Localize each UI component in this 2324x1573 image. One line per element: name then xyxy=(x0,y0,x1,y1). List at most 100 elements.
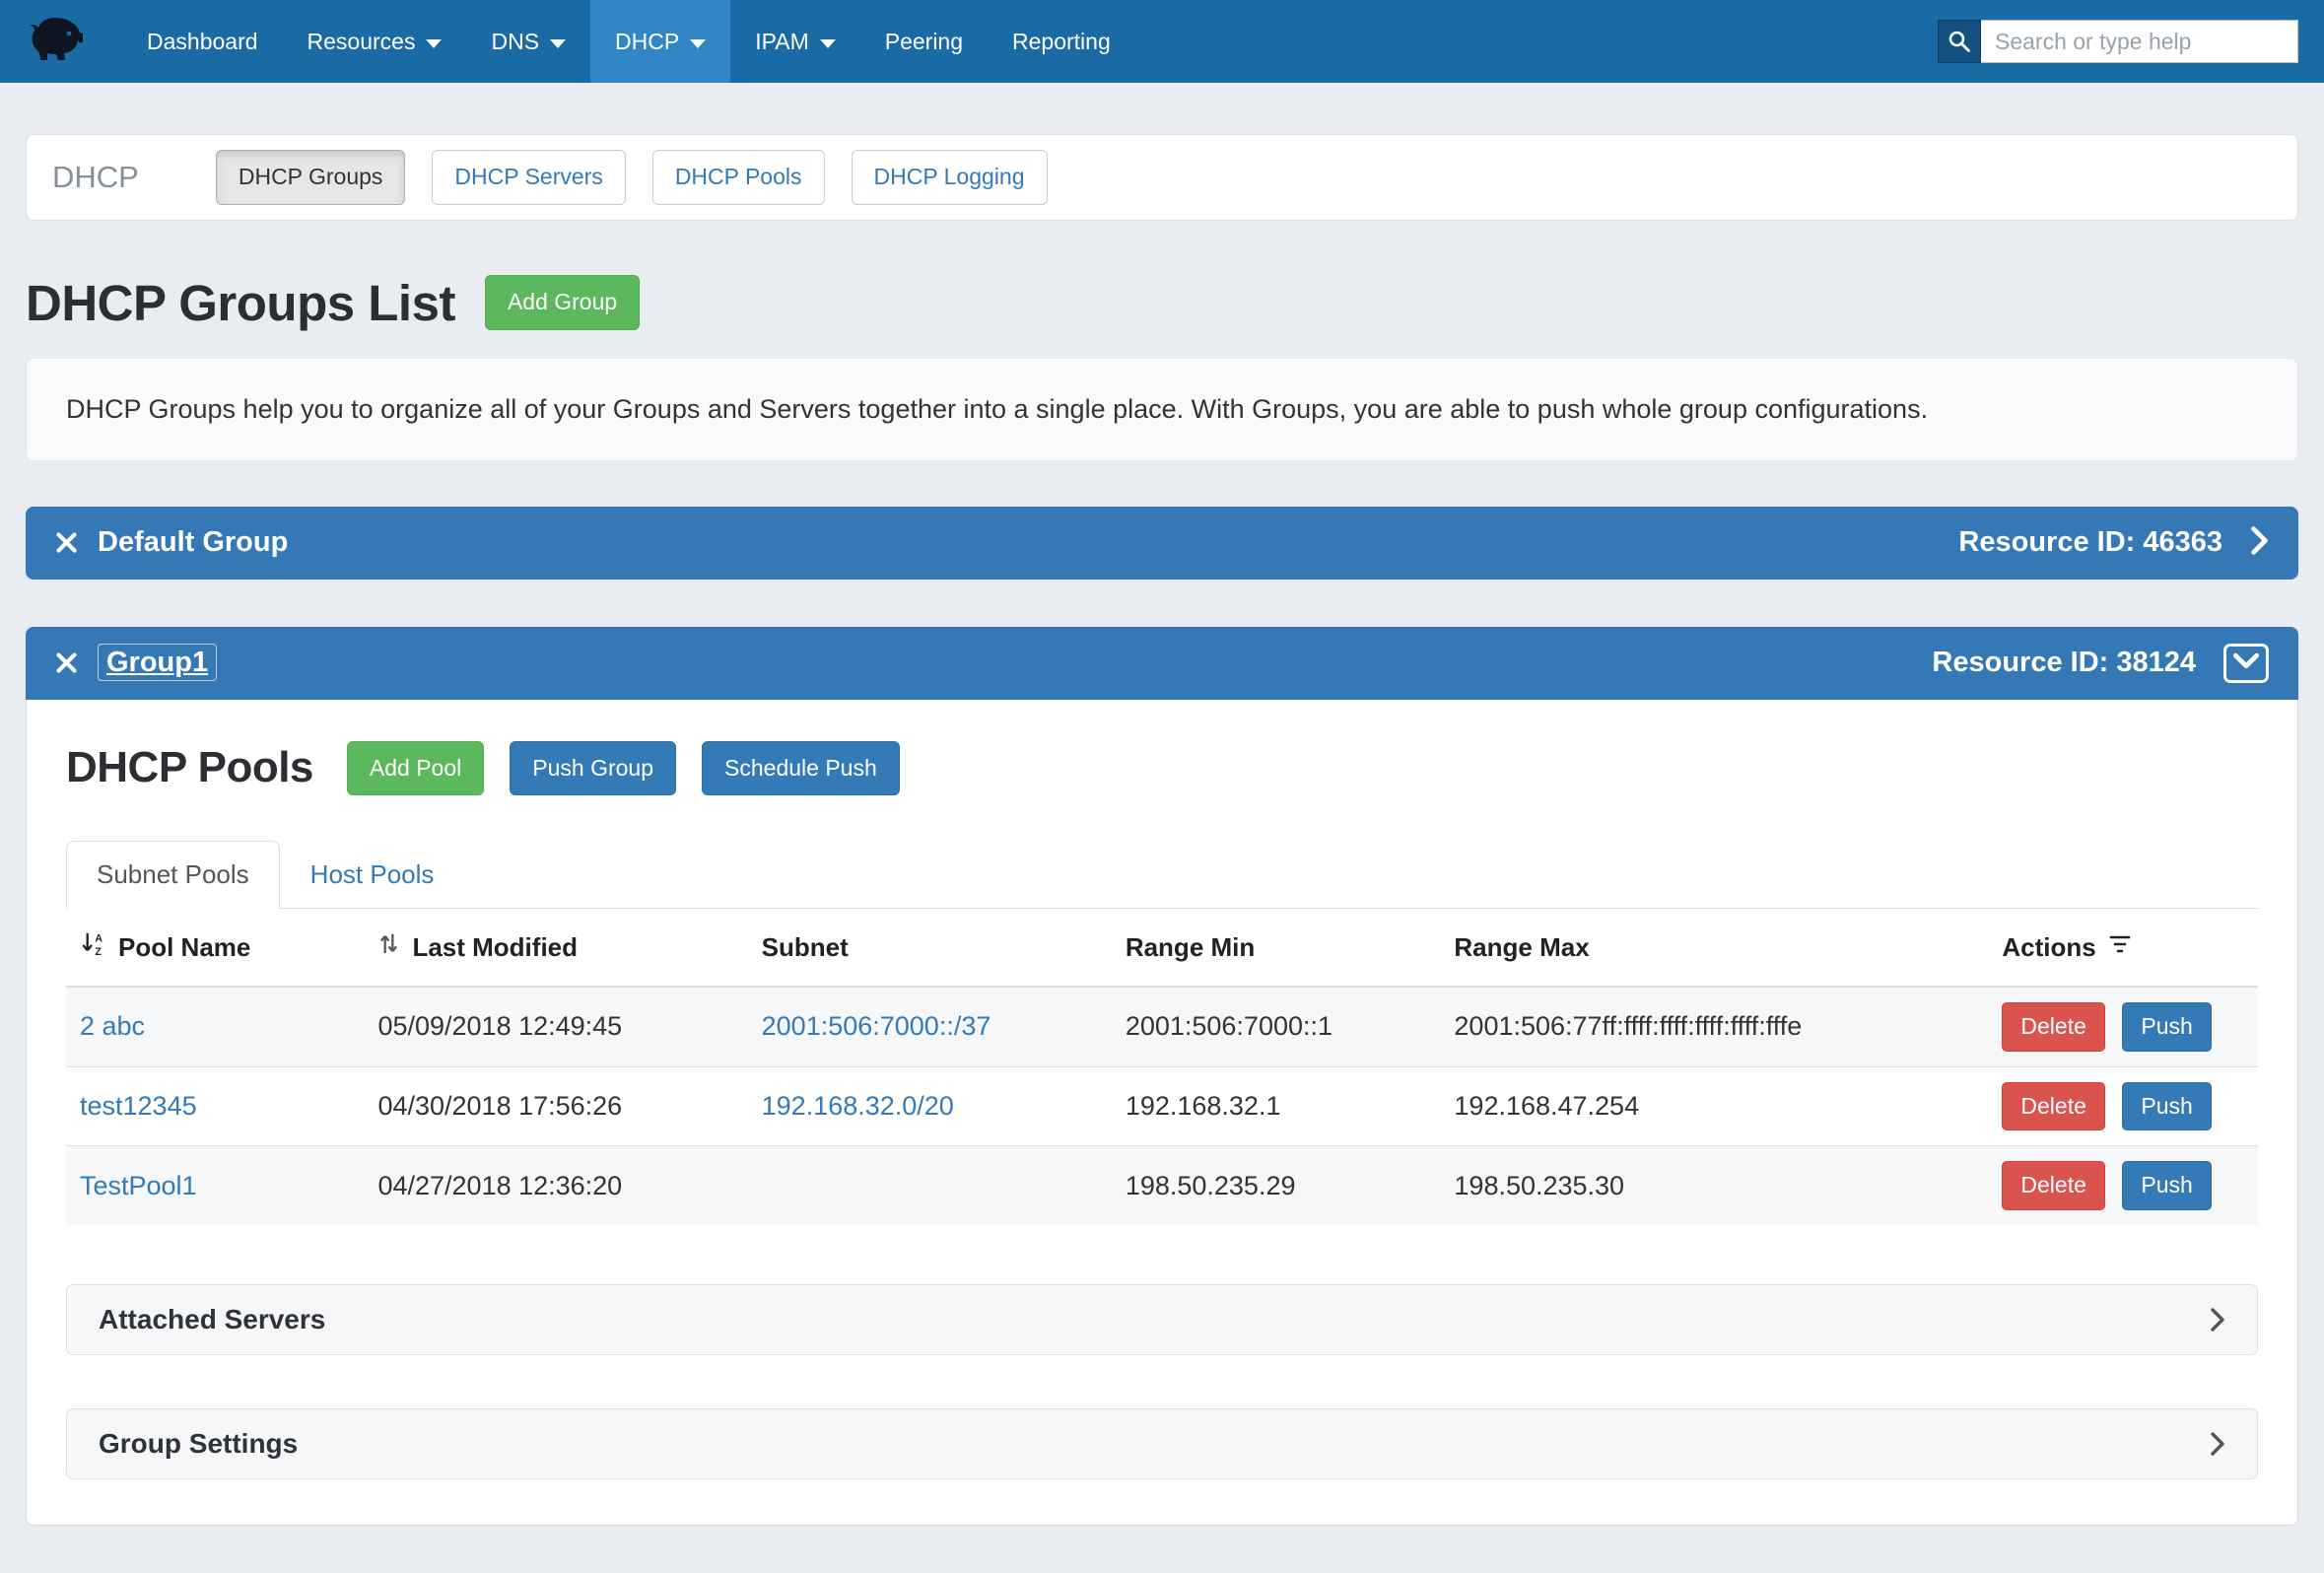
caret-down-icon xyxy=(690,39,706,48)
last-modified-cell: 05/09/2018 12:49:45 xyxy=(364,987,747,1066)
nav-label: IPAM xyxy=(755,29,809,55)
delete-button[interactable]: Delete xyxy=(2002,1161,2104,1210)
dhcp-subnav-card: DHCP DHCP Groups DHCP Servers DHCP Pools… xyxy=(26,134,2298,221)
nav-item-ipam[interactable]: IPAM xyxy=(730,0,860,83)
pools-title: DHCP Pools xyxy=(66,743,313,792)
nav-item-dashboard[interactable]: Dashboard xyxy=(122,0,283,83)
last-modified-cell: 04/30/2018 17:56:26 xyxy=(364,1066,747,1146)
mammoth-logo-icon xyxy=(26,15,83,69)
global-search xyxy=(1938,0,2298,83)
range-max-cell: 198.50.235.30 xyxy=(1440,1146,1988,1225)
page-header: DHCP Groups List Add Group xyxy=(26,274,2298,332)
table-header-row: A Z Pool Name xyxy=(66,909,2258,987)
header-pool-name[interactable]: A Z Pool Name xyxy=(66,909,364,987)
push-button[interactable]: Push xyxy=(2122,1002,2211,1052)
range-max-cell: 192.168.47.254 xyxy=(1440,1066,1988,1146)
svg-text:Z: Z xyxy=(95,946,102,957)
close-icon[interactable] xyxy=(55,651,78,674)
delete-button[interactable]: Delete xyxy=(2002,1082,2104,1131)
group1-panel: DHCP Pools Add Pool Push Group Schedule … xyxy=(26,700,2298,1526)
chevron-down-icon xyxy=(2233,652,2259,674)
group-name-link[interactable]: Group1 xyxy=(98,644,217,681)
header-range-max[interactable]: Range Max xyxy=(1440,909,1988,987)
search-icon[interactable] xyxy=(1938,20,1981,63)
chevron-right-icon[interactable] xyxy=(2250,526,2269,560)
header-label: Actions xyxy=(2002,932,2095,963)
push-group-button[interactable]: Push Group xyxy=(510,741,676,796)
subnet-link[interactable]: 192.168.32.0/20 xyxy=(762,1091,954,1121)
close-icon[interactable] xyxy=(55,531,78,554)
header-label: Last Modified xyxy=(412,932,578,963)
dhcp-groups-button[interactable]: DHCP Groups xyxy=(216,150,406,205)
pools-tabs: Subnet Pools Host Pools xyxy=(66,841,2258,909)
nav-label: Resources xyxy=(308,29,416,55)
header-range-min[interactable]: Range Min xyxy=(1112,909,1441,987)
accordion-title: Group Settings xyxy=(99,1428,298,1460)
header-label: Pool Name xyxy=(118,932,250,963)
nav-label: DNS xyxy=(491,29,539,55)
caret-down-icon xyxy=(820,39,836,48)
nav-label: Dashboard xyxy=(147,29,258,55)
chevron-right-icon xyxy=(2210,1307,2225,1333)
subnet-pools-table: A Z Pool Name xyxy=(66,909,2258,1225)
accordion-group-settings[interactable]: Group Settings xyxy=(66,1408,2258,1479)
nav-item-peering[interactable]: Peering xyxy=(860,0,988,83)
sort-alpha-icon: A Z xyxy=(80,930,106,964)
dhcp-pools-button[interactable]: DHCP Pools xyxy=(652,150,825,205)
sort-icon xyxy=(377,930,400,964)
header-label: Range Max xyxy=(1454,932,1589,963)
push-button[interactable]: Push xyxy=(2122,1082,2211,1131)
group-bar-default-group[interactable]: Default Group Resource ID: 46363 xyxy=(26,507,2298,580)
nav-label: Reporting xyxy=(1012,29,1111,55)
add-group-button[interactable]: Add Group xyxy=(485,275,640,330)
resource-id-label: Resource ID: 38124 xyxy=(1932,647,2196,679)
pool-name-link[interactable]: test12345 xyxy=(80,1091,197,1121)
dhcp-logging-button[interactable]: DHCP Logging xyxy=(852,150,1048,205)
pool-name-link[interactable]: 2 abc xyxy=(80,1011,145,1041)
range-min-cell: 192.168.32.1 xyxy=(1112,1066,1441,1146)
collapse-toggle[interactable] xyxy=(2223,644,2269,683)
subnet-link[interactable]: 2001:506:7000::/37 xyxy=(762,1011,991,1041)
last-modified-cell: 04/27/2018 12:36:20 xyxy=(364,1146,747,1225)
nav-item-dns[interactable]: DNS xyxy=(466,0,590,83)
top-navbar: Dashboard Resources DNS DHCP IPAM Peerin… xyxy=(0,0,2324,83)
nav-item-reporting[interactable]: Reporting xyxy=(988,0,1135,83)
schedule-push-button[interactable]: Schedule Push xyxy=(702,741,900,796)
table-row: TestPool1 04/27/2018 12:36:20 198.50.235… xyxy=(66,1146,2258,1225)
svg-text:A: A xyxy=(95,933,103,945)
pool-name-link[interactable]: TestPool1 xyxy=(80,1171,197,1200)
pools-header: DHCP Pools Add Pool Push Group Schedule … xyxy=(66,741,2258,796)
push-button[interactable]: Push xyxy=(2122,1161,2211,1210)
table-row: test12345 04/30/2018 17:56:26 192.168.32… xyxy=(66,1066,2258,1146)
accordion-attached-servers[interactable]: Attached Servers xyxy=(66,1284,2258,1355)
range-min-cell: 198.50.235.29 xyxy=(1112,1146,1441,1225)
caret-down-icon xyxy=(550,39,566,48)
table-row: 2 abc 05/09/2018 12:49:45 2001:506:7000:… xyxy=(66,987,2258,1066)
header-subnet[interactable]: Subnet xyxy=(748,909,1112,987)
main-nav: Dashboard Resources DNS DHCP IPAM Peerin… xyxy=(122,0,1135,83)
add-pool-button[interactable]: Add Pool xyxy=(347,741,484,796)
dhcp-servers-button[interactable]: DHCP Servers xyxy=(432,150,625,205)
search-input[interactable] xyxy=(1981,20,2298,63)
accordion-title: Attached Servers xyxy=(99,1304,325,1335)
group-bar-group1[interactable]: Group1 Resource ID: 38124 xyxy=(26,627,2298,700)
header-last-modified[interactable]: Last Modified xyxy=(364,909,747,987)
subnav-label: DHCP xyxy=(52,160,139,195)
tab-host-pools[interactable]: Host Pools xyxy=(280,841,465,909)
brand-logo[interactable] xyxy=(26,0,83,83)
groups-description: DHCP Groups help you to organize all of … xyxy=(26,358,2298,461)
resource-id-label: Resource ID: 46363 xyxy=(1958,526,2222,559)
delete-button[interactable]: Delete xyxy=(2002,1002,2104,1052)
chevron-right-icon xyxy=(2210,1431,2225,1457)
filter-icon[interactable] xyxy=(2108,932,2132,963)
nav-label: Peering xyxy=(885,29,963,55)
tab-subnet-pools[interactable]: Subnet Pools xyxy=(66,841,280,909)
header-label: Range Min xyxy=(1126,932,1255,963)
nav-item-dhcp[interactable]: DHCP xyxy=(590,0,730,83)
range-min-cell: 2001:506:7000::1 xyxy=(1112,987,1441,1066)
nav-item-resources[interactable]: Resources xyxy=(283,0,467,83)
group-name: Default Group xyxy=(98,526,288,559)
header-actions[interactable]: Actions xyxy=(1988,909,2258,987)
range-max-cell: 2001:506:77ff:ffff:ffff:ffff:ffff:fffe xyxy=(1440,987,1988,1066)
header-label: Subnet xyxy=(762,932,849,963)
